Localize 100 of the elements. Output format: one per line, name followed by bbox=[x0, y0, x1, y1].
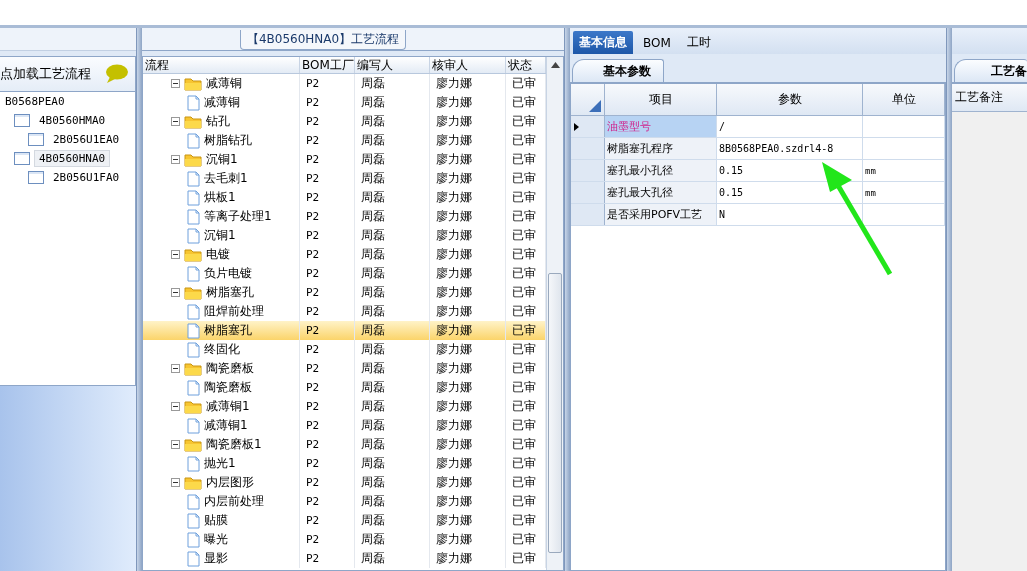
document-icon bbox=[187, 94, 200, 111]
flow-step: 贴膜 bbox=[204, 512, 228, 529]
flow-row[interactable]: 内层图形 P2 周磊 廖力娜 已审 bbox=[143, 473, 546, 492]
document-icon bbox=[187, 417, 200, 434]
collapse-icon[interactable] bbox=[171, 250, 180, 259]
table-cell: 廖力娜 bbox=[430, 397, 506, 416]
collapse-icon[interactable] bbox=[171, 117, 180, 126]
table-cell: 廖力娜 bbox=[430, 207, 506, 226]
collapse-icon[interactable] bbox=[171, 79, 180, 88]
flow-row[interactable]: 烘板1 P2 周磊 廖力娜 已审 bbox=[143, 188, 546, 207]
flow-row[interactable]: 曝光 P2 周磊 廖力娜 已审 bbox=[143, 530, 546, 549]
node-icon bbox=[14, 152, 30, 165]
table-cell: P2 bbox=[300, 188, 355, 207]
table-cell: 廖力娜 bbox=[430, 473, 506, 492]
column-header: 项目 bbox=[605, 84, 717, 115]
flow-row[interactable]: 减薄铜 P2 周磊 廖力娜 已审 bbox=[143, 93, 546, 112]
flow-row[interactable]: 内层前处理 P2 周磊 廖力娜 已审 bbox=[143, 492, 546, 511]
collapse-icon[interactable] bbox=[171, 440, 180, 449]
row-header[interactable] bbox=[571, 116, 605, 137]
table-cell: P2 bbox=[300, 74, 355, 93]
flow-row[interactable]: 减薄铜1 P2 周磊 廖力娜 已审 bbox=[143, 397, 546, 416]
flow-row[interactable]: 显影 P2 周磊 廖力娜 已审 bbox=[143, 549, 546, 568]
flow-row[interactable]: 树脂塞孔 P2 周磊 廖力娜 已审 bbox=[143, 321, 546, 340]
flow-row[interactable]: 树脂塞孔 P2 周磊 廖力娜 已审 bbox=[143, 283, 546, 302]
table-cell: 周磊 bbox=[355, 435, 430, 454]
flow-row[interactable]: 等离子处理1 P2 周磊 廖力娜 已审 bbox=[143, 207, 546, 226]
folder-icon bbox=[184, 437, 202, 452]
table-cell: 廖力娜 bbox=[430, 93, 506, 112]
column-header: 流程 bbox=[143, 57, 300, 73]
collapse-icon[interactable] bbox=[171, 478, 180, 487]
table-cell: 廖力娜 bbox=[430, 226, 506, 245]
flow-row[interactable]: 树脂钻孔 P2 周磊 廖力娜 已审 bbox=[143, 131, 546, 150]
table-cell: 周磊 bbox=[355, 150, 430, 169]
panel-header: 点加载工艺流程 bbox=[0, 65, 91, 83]
table-cell: 周磊 bbox=[355, 454, 430, 473]
folder-icon bbox=[184, 399, 202, 414]
table-cell: P2 bbox=[300, 397, 355, 416]
flow-row[interactable]: 陶瓷磨板 P2 周磊 廖力娜 已审 bbox=[143, 359, 546, 378]
tree-item[interactable]: 4B0560HNA0 bbox=[34, 150, 111, 167]
table-cell: 周磊 bbox=[355, 549, 430, 568]
document-icon bbox=[187, 531, 200, 548]
flow-row[interactable]: 沉铜1 P2 周磊 廖力娜 已审 bbox=[143, 226, 546, 245]
tab[interactable]: 基本信息 bbox=[573, 31, 633, 54]
column-header: 工艺备注 bbox=[955, 89, 1003, 106]
flow-step: 减薄铜1 bbox=[204, 417, 248, 434]
table-cell: P2 bbox=[300, 131, 355, 150]
document-icon bbox=[187, 170, 200, 187]
flow-step: 电镀 bbox=[206, 246, 230, 263]
tab[interactable]: BOM bbox=[637, 31, 677, 54]
flow-step: 阻焊前处理 bbox=[204, 303, 264, 320]
collapse-icon[interactable] bbox=[171, 364, 180, 373]
table-cell: P2 bbox=[300, 340, 355, 359]
collapse-icon[interactable] bbox=[171, 402, 180, 411]
folder-icon bbox=[184, 361, 202, 376]
document-icon bbox=[187, 132, 200, 149]
table-cell: 周磊 bbox=[355, 74, 430, 93]
table-cell: 周磊 bbox=[355, 530, 430, 549]
scroll-up-icon[interactable] bbox=[550, 62, 560, 68]
table-cell: N bbox=[717, 204, 863, 225]
flow-row[interactable]: 陶瓷磨板 P2 周磊 廖力娜 已审 bbox=[143, 378, 546, 397]
table-cell: 周磊 bbox=[355, 321, 430, 340]
folder-icon bbox=[184, 76, 202, 91]
flow-row[interactable]: 钻孔 P2 周磊 廖力娜 已审 bbox=[143, 112, 546, 131]
table-cell: 塞孔最小孔径 bbox=[605, 160, 717, 181]
tree-item[interactable]: B0568PEA0 bbox=[0, 93, 70, 110]
table-cell: 廖力娜 bbox=[430, 245, 506, 264]
collapse-icon[interactable] bbox=[171, 155, 180, 164]
table-cell: 廖力娜 bbox=[430, 549, 506, 568]
subtab[interactable]: 工艺备 bbox=[954, 59, 1027, 82]
flow-step: 陶瓷磨板 bbox=[206, 360, 254, 377]
scrollbar[interactable] bbox=[546, 57, 563, 570]
document-icon bbox=[187, 341, 200, 358]
flow-row[interactable]: 减薄铜1 P2 周磊 廖力娜 已审 bbox=[143, 416, 546, 435]
table-cell: P2 bbox=[300, 112, 355, 131]
flow-step: 内层前处理 bbox=[204, 493, 264, 510]
table-cell: mm bbox=[863, 160, 945, 181]
flow-row[interactable]: 抛光1 P2 周磊 廖力娜 已审 bbox=[143, 454, 546, 473]
node-icon bbox=[28, 171, 44, 184]
subtab[interactable]: 基本参数 bbox=[572, 59, 664, 82]
collapse-icon[interactable] bbox=[171, 288, 180, 297]
flow-row[interactable]: 沉铜1 P2 周磊 廖力娜 已审 bbox=[143, 150, 546, 169]
tab[interactable]: 工时 bbox=[680, 31, 717, 54]
flow-row[interactable]: 终固化 P2 周磊 廖力娜 已审 bbox=[143, 340, 546, 359]
tree-item[interactable]: 2B056U1EA0 bbox=[48, 131, 125, 148]
flow-row[interactable]: 电镀 P2 周磊 廖力娜 已审 bbox=[143, 245, 546, 264]
flow-row[interactable]: 减薄铜 P2 周磊 廖力娜 已审 bbox=[143, 74, 546, 93]
flow-row[interactable]: 去毛刺1 P2 周磊 廖力娜 已审 bbox=[143, 169, 546, 188]
flow-row[interactable]: 负片电镀 P2 周磊 廖力娜 已审 bbox=[143, 264, 546, 283]
flow-step: 减薄铜1 bbox=[206, 398, 250, 415]
table-cell: 周磊 bbox=[355, 264, 430, 283]
table-cell: P2 bbox=[300, 530, 355, 549]
table-cell: P2 bbox=[300, 435, 355, 454]
table-cell: 树脂塞孔程序 bbox=[605, 138, 717, 159]
tree-item[interactable]: 4B0560HMA0 bbox=[34, 112, 111, 129]
panel-title-tab[interactable]: 【4B0560HNA0】工艺流程 bbox=[239, 30, 407, 50]
tree-item[interactable]: 2B056U1FA0 bbox=[48, 169, 125, 186]
node-icon bbox=[28, 133, 44, 146]
document-icon bbox=[187, 265, 200, 282]
flow-row[interactable]: 贴膜 P2 周磊 廖力娜 已审 bbox=[143, 511, 546, 530]
flow-row[interactable]: 陶瓷磨板1 P2 周磊 廖力娜 已审 bbox=[143, 435, 546, 454]
